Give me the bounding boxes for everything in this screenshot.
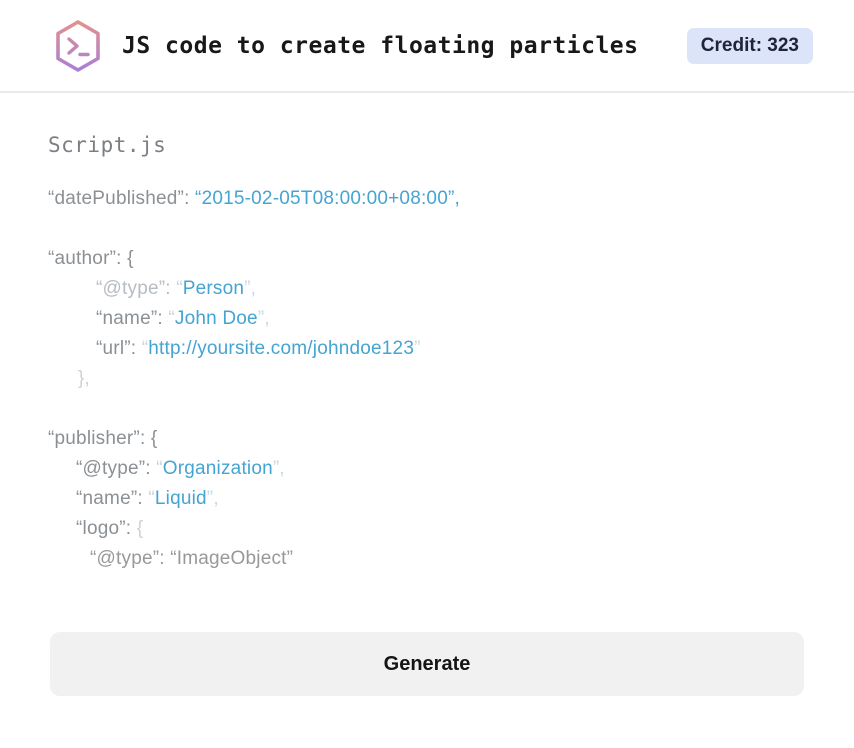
code-token-punct-faded: { [136,518,144,539]
code-token-value: Liquid [154,488,207,509]
code-line: “datePublished”: “2015-02-05T08:00:00+08… [48,184,806,214]
code-line: “logo”: { [48,514,806,544]
code-token-key: “datePublished”: [48,188,196,209]
code-token-key: “@type”: [76,458,157,479]
generate-button[interactable]: Generate [50,632,804,696]
code-line: }, [48,364,806,394]
code-token-value-faded: ” [414,338,421,359]
filename-label: Script.js [48,133,167,157]
code-token-value-faded: ”, [206,488,219,509]
code-token-gray: “@type”: “ImageObject” [90,548,294,569]
code-token-value-faded: ”, [257,308,270,329]
credit-badge: Credit: 323 [686,27,813,64]
code-token-value: Person [182,278,245,299]
code-line: “name”: “Liquid”, [48,484,806,514]
code-token-key: “author”: { [48,248,134,269]
code-token-value-faded: ”, [272,458,285,479]
code-line: “author”: { [48,244,806,274]
code-block: “datePublished”: “2015-02-05T08:00:00+08… [48,184,806,574]
code-line: “@type”: “Person”, [48,274,806,304]
terminal-hexagon-logo-icon [56,19,100,72]
code-token-value-faded: ”, [244,278,257,299]
code-token-value: “2015-02-05T08:00:00+08:00”, [195,188,460,209]
app-header: JS code to create floating particles Cre… [0,0,854,93]
code-token-punct-faded: }, [78,368,91,389]
code-token-key: “name”: [76,488,149,509]
code-token-key: “logo”: [76,518,137,539]
code-token-key: “publisher”: { [48,428,158,449]
code-token-key: “url”: [96,338,142,359]
code-line: “name”: “John Doe”, [48,304,806,334]
code-line: “@type”: “ImageObject” [48,544,806,574]
code-line: “publisher”: { [48,424,806,454]
code-line: “url”: “http://yoursite.com/johndoe123” [48,334,806,364]
code-token-value: Organization [162,458,273,479]
code-token-value: http://yoursite.com/johndoe123 [148,338,415,359]
page-title: JS code to create floating particles [122,32,639,59]
code-token-key-light: “@type”: [96,278,177,299]
code-token-value: John Doe [174,308,258,329]
code-line: “@type”: “Organization”, [48,454,806,484]
code-token-key: “name”: [96,308,169,329]
main-content: Script.js “datePublished”: “2015-02-05T0… [0,133,854,696]
